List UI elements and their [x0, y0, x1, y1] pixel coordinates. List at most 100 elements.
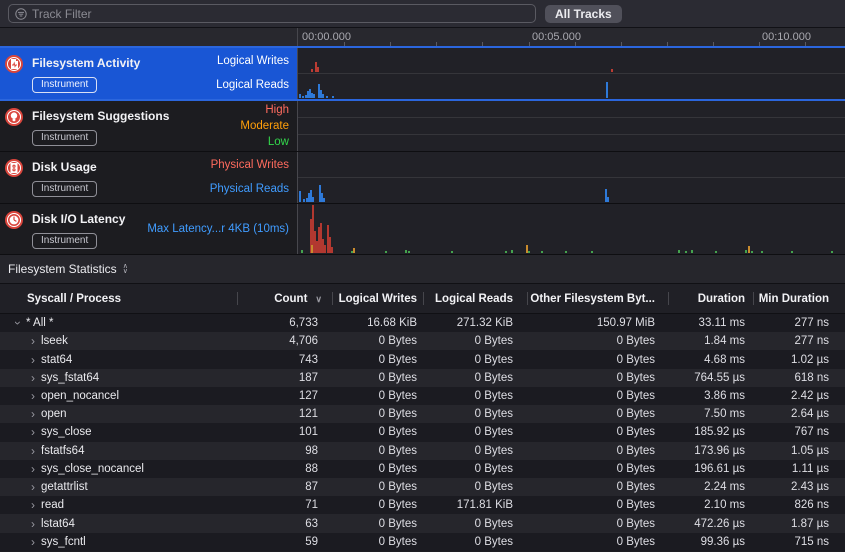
track-row-disk-usage[interactable]: Disk UsageInstrumentPhysical WritesPhysi… — [0, 152, 845, 204]
ruler-time-label: 00:10.000 — [762, 31, 811, 43]
disclosure-collapsed-icon[interactable]: › — [28, 480, 38, 494]
table-row-getattrlist[interactable]: ›getattrlist870 Bytes0 Bytes0 Bytes2.24 … — [0, 478, 845, 496]
column-header-logical-writes[interactable]: Logical Writes — [332, 284, 423, 313]
chart-spike — [302, 96, 304, 98]
table-row-open[interactable]: ›open1210 Bytes0 Bytes0 Bytes7.50 ms2.64… — [0, 405, 845, 423]
chart-spike — [405, 250, 407, 253]
chart-lane[interactable] — [298, 178, 845, 203]
cell-value: 63 — [237, 518, 332, 530]
table-row-sys-close[interactable]: ›sys_close1010 Bytes0 Bytes0 Bytes185.92… — [0, 423, 845, 441]
column-header-other-filesystem-byt-[interactable]: Other Filesystem Byt... — [527, 284, 668, 313]
instrument-badge: Instrument — [32, 77, 97, 93]
cell-value: 1.84 ms — [668, 335, 753, 347]
track-sidebar-cell[interactable]: Filesystem SuggestionsInstrumentHighMode… — [0, 101, 298, 152]
lane-label: Logical Writes — [216, 49, 289, 73]
table-row-lseek[interactable]: ›lseek4,7060 Bytes0 Bytes0 Bytes1.84 ms2… — [0, 332, 845, 350]
cell-value: 88 — [237, 463, 332, 475]
chart-lane[interactable] — [298, 101, 845, 118]
lane-label: Physical Reads — [210, 177, 289, 201]
table-row-read[interactable]: ›read710 Bytes171.81 KiB0 Bytes2.10 ms82… — [0, 496, 845, 514]
cell-value: 6,733 — [237, 317, 332, 329]
timeline-ruler[interactable]: 00:00.00000:05.00000:10.000 — [0, 28, 845, 48]
cell-value: 101 — [237, 426, 332, 438]
chart-spike — [715, 251, 717, 253]
track-sidebar-cell[interactable]: Disk I/O LatencyInstrumentMax Latency...… — [0, 204, 298, 255]
disclosure-collapsed-icon[interactable]: › — [28, 407, 38, 421]
detail-pane-selector-icon[interactable]: ∧∨ — [123, 264, 128, 274]
track-row-disk-i-o-latency[interactable]: Disk I/O LatencyInstrumentMax Latency...… — [0, 204, 845, 256]
chart-lane[interactable] — [298, 74, 845, 99]
disclosure-collapsed-icon[interactable]: › — [28, 353, 38, 367]
statistics-table-header: Syscall / ProcessCount∨Logical WritesLog… — [0, 284, 845, 314]
table-row--all-[interactable]: ›* All *6,73316.68 KiB271.32 KiB150.97 M… — [0, 314, 845, 332]
table-row-lstat64[interactable]: ›lstat64630 Bytes0 Bytes0 Bytes472.26 µs… — [0, 514, 845, 532]
cell-value: 767 ns — [753, 426, 845, 438]
cell-value: 0 Bytes — [527, 335, 668, 347]
cell-value: 171.81 KiB — [423, 499, 527, 511]
cell-value: 0 Bytes — [527, 372, 668, 384]
disclosure-collapsed-icon[interactable]: › — [28, 517, 38, 531]
disclosure-collapsed-icon[interactable]: › — [28, 498, 38, 512]
table-row-sys-close-nocancel[interactable]: ›sys_close_nocancel880 Bytes0 Bytes0 Byt… — [0, 460, 845, 478]
track-row-filesystem-suggestions[interactable]: Filesystem SuggestionsInstrumentHighMode… — [0, 101, 845, 153]
lane-label: Physical Writes — [210, 153, 289, 177]
track-filter-field[interactable] — [8, 4, 536, 23]
table-row-sys-fcntl[interactable]: ›sys_fcntl590 Bytes0 Bytes0 Bytes99.36 µ… — [0, 533, 845, 551]
syscall-name: sys_fcntl — [41, 536, 86, 548]
table-row-fstatfs64[interactable]: ›fstatfs64980 Bytes0 Bytes0 Bytes173.96 … — [0, 442, 845, 460]
track-title: Filesystem Suggestions — [32, 109, 169, 123]
disclosure-collapsed-icon[interactable]: › — [28, 425, 38, 439]
cell-value: 0 Bytes — [527, 463, 668, 475]
disclosure-collapsed-icon[interactable]: › — [28, 389, 38, 403]
track-sidebar-cell[interactable]: Filesystem ActivityInstrumentLogical Wri… — [0, 48, 298, 99]
disclosure-collapsed-icon[interactable]: › — [28, 371, 38, 385]
sort-chevron-down-icon: ∨ — [315, 294, 322, 305]
cell-value: 277 ns — [753, 317, 845, 329]
chart-spike — [606, 82, 608, 98]
cell-value: 59 — [237, 536, 332, 548]
instrument-badge: Instrument — [32, 233, 97, 249]
all-tracks-button[interactable]: All Tracks — [545, 5, 622, 23]
syscall-name: read — [41, 499, 64, 511]
cell-value: 0 Bytes — [423, 354, 527, 366]
table-row-stat64[interactable]: ›stat647430 Bytes0 Bytes0 Bytes4.68 ms1.… — [0, 350, 845, 368]
disclosure-collapsed-icon[interactable]: › — [28, 334, 38, 348]
chart-lane[interactable] — [298, 204, 845, 255]
disclosure-collapsed-icon[interactable]: › — [28, 462, 38, 476]
cell-value: 7.50 ms — [668, 408, 753, 420]
cell-value: 715 ns — [753, 536, 845, 548]
ruler-minor-tick — [344, 42, 345, 46]
track-chart[interactable] — [298, 48, 845, 99]
cell-value: 0 Bytes — [423, 408, 527, 420]
track-filter-input[interactable] — [32, 7, 529, 21]
cell-value: 0 Bytes — [527, 499, 668, 511]
chart-lane[interactable] — [298, 152, 845, 178]
chart-lane[interactable] — [298, 118, 845, 135]
ruler-minor-tick — [621, 42, 622, 46]
column-header-duration[interactable]: Duration — [668, 284, 753, 313]
chart-spike — [326, 96, 328, 98]
column-header-count[interactable]: Count∨ — [237, 284, 332, 313]
cell-value: 99.36 µs — [668, 536, 753, 548]
track-sidebar-cell[interactable]: Disk UsageInstrumentPhysical WritesPhysi… — [0, 152, 298, 203]
lane-labels: Physical WritesPhysical Reads — [210, 153, 289, 202]
cell-value: 185.92 µs — [668, 426, 753, 438]
column-header-min-duration[interactable]: Min Duration — [753, 284, 845, 313]
track-chart[interactable] — [298, 101, 845, 152]
table-row-open-nocancel[interactable]: ›open_nocancel1270 Bytes0 Bytes0 Bytes3.… — [0, 387, 845, 405]
ruler-timeline[interactable]: 00:00.00000:05.00000:10.000 — [298, 28, 845, 46]
track-chart[interactable] — [298, 152, 845, 203]
cell-value: 0 Bytes — [423, 390, 527, 402]
chart-lane[interactable] — [298, 135, 845, 151]
disclosure-collapsed-icon[interactable]: › — [28, 535, 38, 549]
column-header-syscall-process[interactable]: Syscall / Process — [0, 284, 237, 313]
instrument-badge: Instrument — [32, 181, 97, 197]
track-chart[interactable] — [298, 204, 845, 255]
disclosure-collapsed-icon[interactable]: › — [28, 444, 38, 458]
table-row-sys-fstat64[interactable]: ›sys_fstat641870 Bytes0 Bytes0 Bytes764.… — [0, 369, 845, 387]
column-header-logical-reads[interactable]: Logical Reads — [423, 284, 527, 313]
chart-spike — [611, 69, 613, 72]
disclosure-expanded-icon[interactable]: › — [11, 318, 25, 328]
chart-lane[interactable] — [298, 48, 845, 74]
track-row-filesystem-activity[interactable]: Filesystem ActivityInstrumentLogical Wri… — [0, 48, 845, 101]
